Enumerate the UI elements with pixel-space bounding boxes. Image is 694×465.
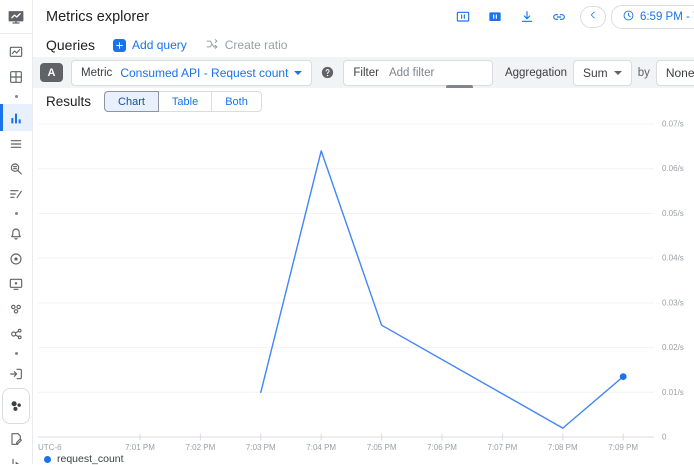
svg-text:7:07 PM: 7:07 PM bbox=[488, 443, 518, 452]
sidebar bbox=[0, 0, 33, 464]
svg-text:7:01 PM: 7:01 PM bbox=[125, 443, 155, 452]
time-range-picker[interactable]: 6:59 PM - 7:0 bbox=[611, 5, 694, 29]
queries-title: Queries bbox=[46, 37, 95, 53]
group-by-value: None bbox=[666, 66, 694, 80]
svg-text:7:06 PM: 7:06 PM bbox=[427, 443, 457, 452]
sidebar-item-release-notes-icon[interactable] bbox=[0, 426, 32, 451]
results-row: Results ChartTableBoth bbox=[32, 88, 694, 115]
tab-chart[interactable]: Chart bbox=[104, 91, 159, 112]
time-range-control: 6:59 PM - 7:0 bbox=[580, 5, 694, 29]
tab-both[interactable]: Both bbox=[211, 91, 262, 112]
create-ratio-label: Create ratio bbox=[225, 38, 288, 52]
by-label: by bbox=[638, 67, 650, 79]
filter-chip: Filter bbox=[343, 60, 493, 86]
sidebar-item-list-icon[interactable] bbox=[0, 131, 32, 156]
chevron-down-icon bbox=[294, 71, 302, 75]
svg-text:UTC-6: UTC-6 bbox=[38, 443, 62, 452]
results-view-tabs: ChartTableBoth bbox=[104, 91, 262, 112]
sidebar-item-expand-panel-icon[interactable] bbox=[0, 451, 32, 464]
sidebar-item-log-search-icon[interactable] bbox=[0, 156, 32, 181]
sidebar-nav bbox=[0, 34, 32, 464]
group-by-dropdown[interactable]: None bbox=[666, 66, 694, 80]
link-icon[interactable] bbox=[548, 6, 570, 28]
sidebar-item-divider-dot bbox=[0, 346, 32, 361]
sidebar-item-trace-slope-icon[interactable] bbox=[0, 181, 32, 206]
add-query-label: Add query bbox=[132, 38, 187, 52]
sidebar-item-sign-in-icon[interactable] bbox=[0, 361, 32, 386]
help-icon[interactable] bbox=[320, 65, 335, 80]
metric-dropdown[interactable]: Consumed API - Request count bbox=[120, 66, 302, 80]
sidebar-item-divider-dot bbox=[0, 206, 32, 221]
sidebar-item-share-graph-icon[interactable] bbox=[0, 321, 32, 346]
download-icon[interactable] bbox=[516, 6, 538, 28]
filter-label: Filter bbox=[353, 67, 379, 79]
svg-text:0.06/s: 0.06/s bbox=[662, 164, 684, 173]
sidebar-item-chart-frame-icon[interactable] bbox=[0, 39, 32, 64]
create-ratio-icon bbox=[205, 37, 219, 54]
aggregation-label: Aggregation bbox=[505, 67, 567, 79]
aggregation-value: Sum bbox=[583, 66, 608, 80]
time-range-text: 6:59 PM - 7:0 bbox=[640, 11, 694, 23]
svg-text:0.04/s: 0.04/s bbox=[662, 254, 684, 263]
sidebar-item-metrics-explorer-bars-icon[interactable] bbox=[0, 104, 32, 131]
header: Metrics explorer 6:59 PM - 7:0 bbox=[32, 0, 694, 34]
sidebar-item-alerting-bell-icon[interactable] bbox=[0, 221, 32, 246]
time-back-button[interactable] bbox=[580, 6, 606, 28]
metric-value: Consumed API - Request count bbox=[120, 66, 288, 80]
legend-series-dot bbox=[44, 456, 51, 463]
svg-text:0.01/s: 0.01/s bbox=[662, 388, 684, 397]
create-ratio-button[interactable]: Create ratio bbox=[205, 37, 288, 54]
add-query-button[interactable]: Add query bbox=[113, 38, 187, 52]
legend-series-label: request_count bbox=[57, 453, 124, 465]
svg-text:7:03 PM: 7:03 PM bbox=[246, 443, 276, 452]
svg-text:0.03/s: 0.03/s bbox=[662, 298, 684, 307]
filter-input[interactable] bbox=[387, 66, 483, 80]
chart-legend: request_count bbox=[44, 453, 124, 465]
sidebar-item-uptime-target-icon[interactable] bbox=[0, 246, 32, 271]
chart-area: 0 0.01/s 0.02/s 0.03/s 0.04/s 0.05/s 0.06/s 0.0… bbox=[32, 115, 694, 464]
svg-text:7:09 PM: 7:09 PM bbox=[608, 443, 638, 452]
line-chart[interactable]: 0 0.01/s 0.02/s 0.03/s 0.04/s 0.05/s 0.06/s 0.0… bbox=[32, 115, 694, 464]
svg-text:0.05/s: 0.05/s bbox=[662, 209, 684, 218]
svg-text:7:02 PM: 7:02 PM bbox=[186, 443, 216, 452]
sidebar-item-dashboards-grid-icon[interactable] bbox=[0, 64, 32, 89]
clock-icon bbox=[622, 9, 635, 25]
results-title: Results bbox=[46, 94, 91, 109]
query-builder-row: A Metric Consumed API - Request count Fi… bbox=[32, 57, 694, 88]
chevron-left-icon bbox=[587, 9, 599, 24]
query-letter-badge: A bbox=[40, 63, 63, 82]
svg-text:7:04 PM: 7:04 PM bbox=[306, 443, 336, 452]
tab-table[interactable]: Table bbox=[158, 91, 212, 112]
monitoring-logo-icon[interactable] bbox=[0, 0, 32, 34]
svg-text:7:05 PM: 7:05 PM bbox=[367, 443, 397, 452]
metric-chip: Metric Consumed API - Request count bbox=[71, 60, 312, 86]
page-title: Metrics explorer bbox=[46, 9, 149, 25]
aggregation-chip: Sum bbox=[573, 60, 632, 86]
layout-columns-filled-icon[interactable] bbox=[484, 6, 506, 28]
svg-text:0: 0 bbox=[662, 433, 667, 442]
queries-bar: Queries Add query Create ratio bbox=[32, 33, 694, 57]
svg-text:0.07/s: 0.07/s bbox=[662, 120, 684, 129]
sidebar-item-groups-icon[interactable] bbox=[0, 296, 32, 321]
metric-label: Metric bbox=[81, 67, 112, 79]
sidebar-item-display-screen-icon[interactable] bbox=[0, 271, 32, 296]
chevron-down-icon bbox=[614, 71, 622, 75]
layout-columns-icon[interactable] bbox=[452, 6, 474, 28]
add-icon bbox=[113, 39, 126, 52]
header-actions bbox=[452, 6, 570, 28]
group-by-chip: None bbox=[656, 60, 694, 86]
svg-text:7:08 PM: 7:08 PM bbox=[548, 443, 578, 452]
svg-text:0.02/s: 0.02/s bbox=[662, 343, 684, 352]
sidebar-item-cluster-dots-icon[interactable] bbox=[2, 388, 30, 424]
sidebar-item-divider-dot bbox=[0, 89, 32, 104]
aggregation-dropdown[interactable]: Sum bbox=[583, 66, 622, 80]
